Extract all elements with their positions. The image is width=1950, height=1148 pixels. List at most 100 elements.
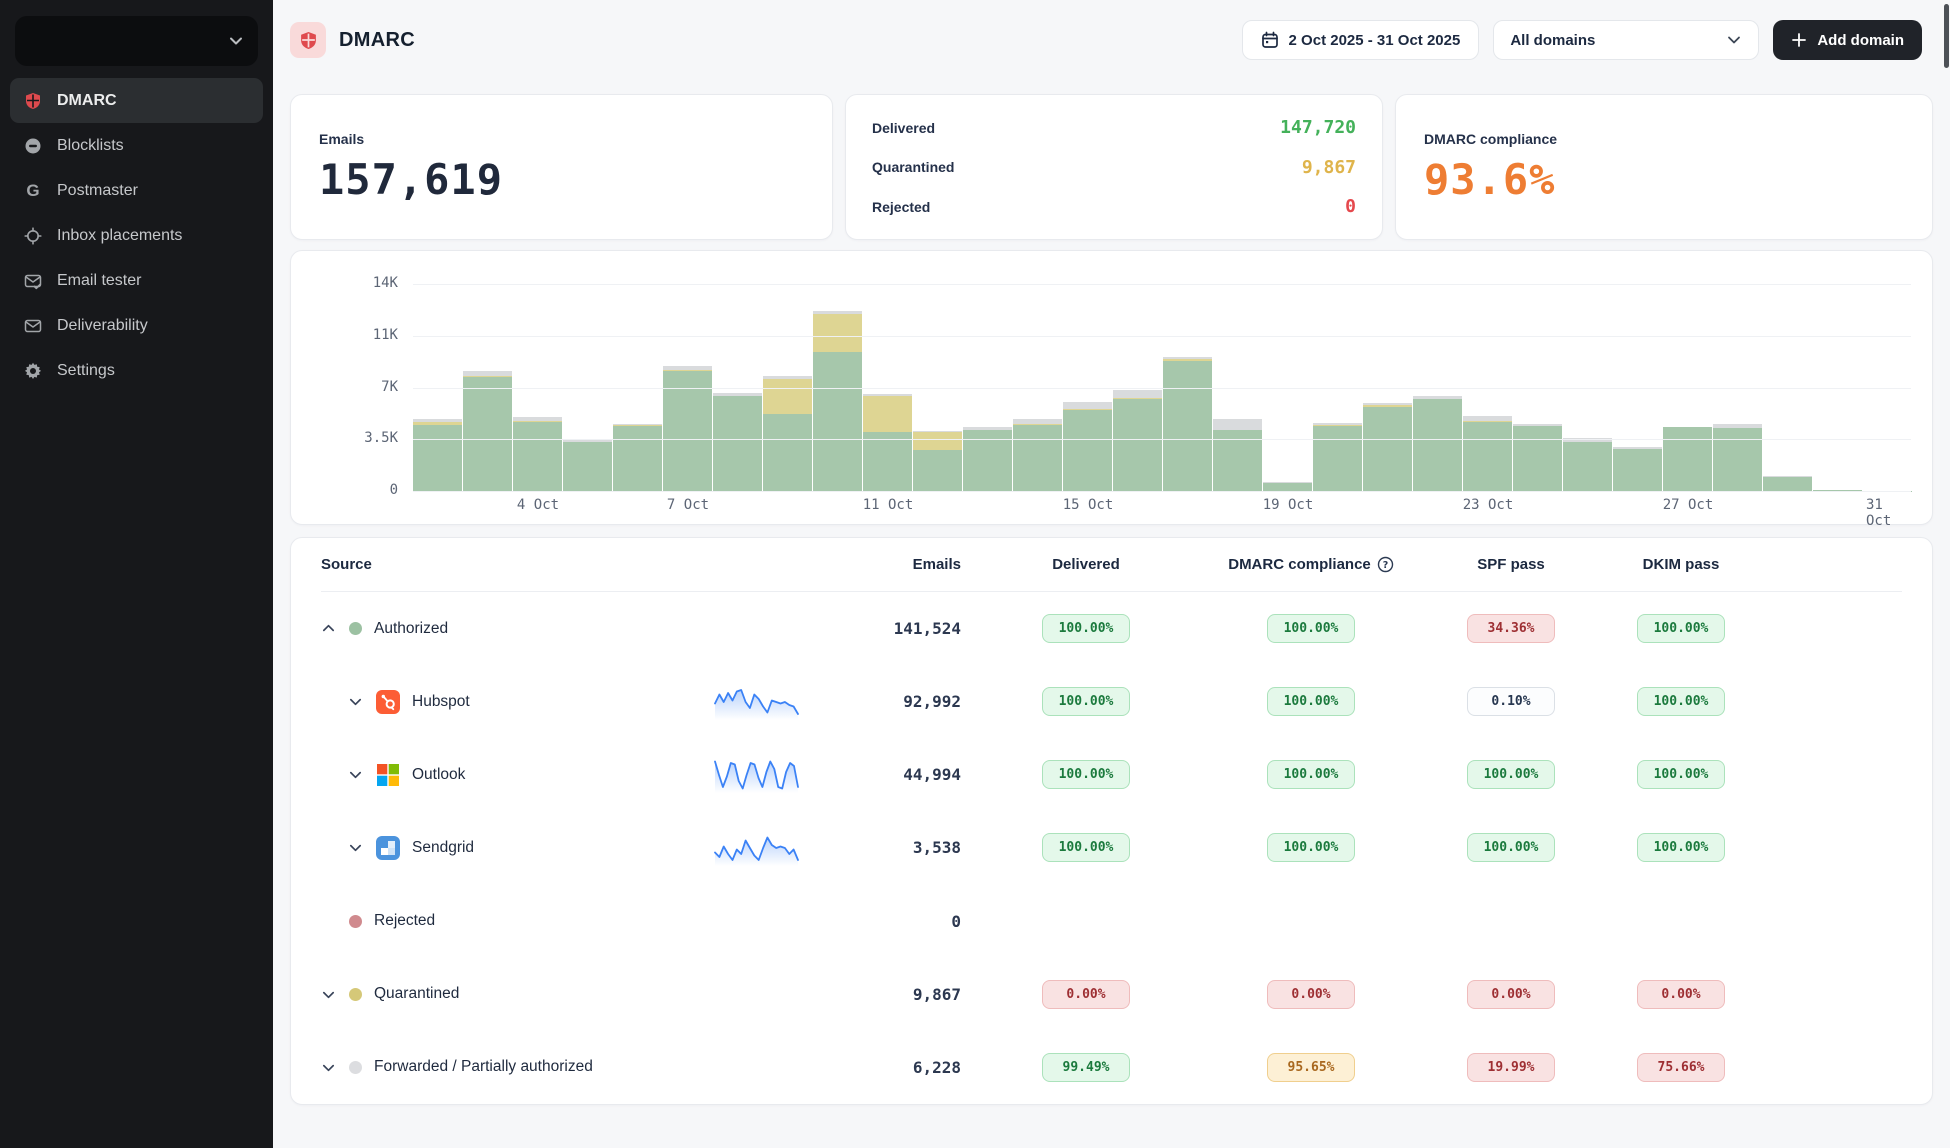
bar-14-oct[interactable] (1013, 419, 1063, 491)
workspace-switcher[interactable] (15, 16, 258, 66)
table-row-sendgrid[interactable]: Sendgrid3,538100.00%100.00%100.00%100.00… (321, 811, 1902, 884)
table-row-outlook[interactable]: Outlook44,994100.00%100.00%100.00%100.00… (321, 738, 1902, 811)
source-label: Outlook (412, 766, 465, 784)
bar-16-oct[interactable] (1113, 390, 1163, 491)
bar-segment (1113, 399, 1162, 491)
x-axis-tick: 11 Oct (863, 497, 914, 513)
table-row-rejected[interactable]: Rejected 0 (321, 885, 1902, 958)
quarantined-row: Quarantined 9,867 (872, 157, 1356, 178)
sidebar-item-label: Blocklists (57, 137, 124, 155)
dmarc-shield-icon (290, 22, 326, 58)
bar-13-oct[interactable] (963, 427, 1013, 491)
table-row-quarantined[interactable]: Quarantined9,8670.00%0.00%0.00%0.00% (321, 958, 1902, 1031)
sidebar-item-blocklists[interactable]: Blocklists (10, 123, 263, 168)
spf-pass-cell: 34.36% (1411, 614, 1611, 643)
sparkline-cell (681, 828, 831, 868)
sidebar-item-inbox-placements[interactable]: Inbox placements (10, 213, 263, 258)
percentage-badge: 100.00% (1267, 833, 1355, 862)
bar-18-oct[interactable] (1213, 419, 1263, 491)
sidebar-item-dmarc[interactable]: DMARC (10, 78, 263, 123)
table-row-hubspot[interactable]: Hubspot92,992100.00%100.00%0.10%100.00% (321, 665, 1902, 738)
percentage-badge: 19.99% (1467, 1053, 1555, 1082)
bar-5-oct[interactable] (563, 440, 613, 491)
expand-row-button[interactable] (348, 840, 364, 855)
sidebar-item-deliverability[interactable]: Deliverability (10, 303, 263, 348)
bar-25-oct[interactable] (1563, 438, 1613, 491)
bar-4-oct[interactable] (513, 417, 563, 491)
x-axis-tick: 4 Oct (517, 497, 559, 513)
bar-9-oct[interactable] (763, 376, 813, 491)
quarantined-value: 9,867 (1302, 157, 1356, 178)
y-axis-tick: 14K (303, 275, 398, 291)
bar-7-oct[interactable] (663, 366, 713, 491)
bar-segment (863, 432, 912, 491)
bar-29-oct[interactable] (1763, 476, 1813, 491)
sparkline-chart (714, 828, 799, 868)
bar-segment (1413, 399, 1462, 491)
bar-segment (1013, 425, 1062, 492)
table-row-authorized[interactable]: Authorized141,524100.00%100.00%34.36%100… (321, 592, 1902, 665)
collapse-row-button[interactable] (321, 621, 337, 636)
bar-2-oct[interactable] (413, 419, 463, 491)
expand-row-button[interactable] (348, 767, 364, 782)
spf-pass-cell: 0.00% (1411, 980, 1611, 1009)
percentage-badge: 0.00% (1042, 980, 1130, 1009)
expand-row-button[interactable] (348, 694, 364, 709)
help-icon[interactable]: ? (1377, 556, 1394, 573)
bar-segment (913, 432, 962, 450)
bar-segment (1313, 426, 1362, 491)
bar-8-oct[interactable] (713, 393, 763, 491)
sidebar-item-label: Inbox placements (57, 227, 182, 245)
x-axis-tick: 31 Oct (1866, 497, 1910, 529)
sidebar-item-settings[interactable]: Settings (10, 348, 263, 393)
bar-segment (913, 450, 962, 491)
bar-segment (1163, 361, 1212, 491)
bar-15-oct[interactable] (1063, 402, 1113, 491)
col-source: Source (321, 556, 681, 573)
delivered-cell: 100.00% (961, 614, 1211, 643)
quarantined-label: Quarantined (872, 159, 954, 175)
top-bar: DMARC 2 Oct 2025 - 31 Oct 2025 All domai… (273, 0, 1950, 80)
bar-11-oct[interactable] (863, 394, 913, 491)
add-domain-button[interactable]: Add domain (1773, 20, 1922, 60)
table-row-forwarded-partially-authorized[interactable]: Forwarded / Partially authorized6,22899.… (321, 1031, 1902, 1104)
bar-segment (763, 379, 812, 415)
bar-22-oct[interactable] (1413, 396, 1463, 491)
source-label: Quarantined (374, 985, 459, 1003)
domain-filter-select[interactable]: All domains (1493, 20, 1759, 60)
bar-23-oct[interactable] (1463, 416, 1513, 491)
emails-count: 0 (831, 912, 961, 931)
bar-26-oct[interactable] (1613, 447, 1663, 491)
expand-row-button[interactable] (321, 987, 337, 1002)
bar-10-oct[interactable] (813, 311, 863, 491)
bar-28-oct[interactable] (1713, 424, 1763, 491)
bar-27-oct[interactable] (1663, 427, 1713, 491)
bar-21-oct[interactable] (1363, 403, 1413, 491)
bar-3-oct[interactable] (463, 371, 513, 491)
bar-segment (613, 426, 662, 491)
bar-24-oct[interactable] (1513, 424, 1563, 491)
sparkline-chart (714, 682, 799, 722)
percentage-badge: 100.00% (1267, 614, 1355, 643)
chevron-up-icon (321, 621, 336, 636)
date-range-picker[interactable]: 2 Oct 2025 - 31 Oct 2025 (1242, 20, 1480, 60)
sidebar-item-email-tester[interactable]: Email tester (10, 258, 263, 303)
sources-table-card: Source Emails Delivered DMARC compliance… (290, 537, 1933, 1105)
compliance-value: 93.6% (1424, 155, 1904, 204)
dmarc-compliance-cell: 100.00% (1211, 760, 1411, 789)
date-range-label: 2 Oct 2025 - 31 Oct 2025 (1289, 32, 1461, 49)
bar-segment (1263, 483, 1312, 491)
percentage-badge: 95.65% (1267, 1053, 1355, 1082)
col-dkim-pass: DKIM pass (1611, 556, 1751, 573)
chevron-down-icon (321, 1060, 336, 1075)
gridline (413, 284, 1911, 285)
bar-17-oct[interactable] (1163, 357, 1213, 491)
plus-icon (1791, 32, 1807, 48)
bar-20-oct[interactable] (1313, 423, 1363, 491)
source-label: Rejected (374, 912, 435, 930)
sidebar-item-postmaster[interactable]: G Postmaster (10, 168, 263, 213)
bar-segment (463, 377, 512, 491)
bar-19-oct[interactable] (1263, 482, 1313, 491)
expand-row-button[interactable] (321, 1060, 337, 1075)
bar-6-oct[interactable] (613, 424, 663, 491)
